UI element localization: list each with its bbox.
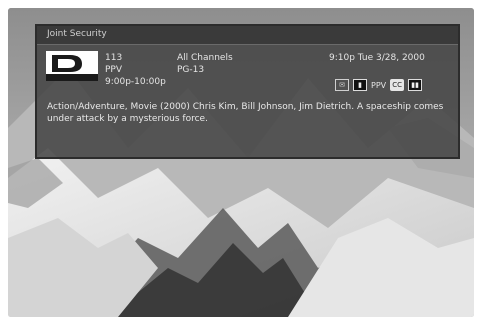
program-rating: PG-13 (177, 65, 205, 75)
banner-title-strip: Joint Security (37, 26, 458, 45)
program-info-banner: Joint Security 113 PPV 9:00p-10:00p All … (35, 24, 460, 159)
lock-icon: ▮ (353, 79, 367, 91)
channel-number: 113 (105, 53, 123, 63)
program-title: Joint Security (47, 29, 107, 39)
ppv-icon: PPV (371, 80, 387, 90)
directv-logo (46, 51, 98, 81)
channel-category: All Channels (177, 53, 233, 63)
program-description: Action/Adventure, Movie (2000) Chris Kim… (47, 102, 444, 124)
tv-screen: Joint Security 113 PPV 9:00p-10:00p All … (8, 8, 474, 317)
cc-icon: CC (390, 79, 405, 91)
mail-icon: ✉ (335, 79, 349, 91)
current-datetime: 9:10p Tue 3/28, 2000 (329, 53, 425, 63)
channel-type: PPV (105, 65, 123, 75)
program-attribute-icons: ✉ ▮ PPV CC ▮▮ (335, 78, 423, 92)
dual-screen-icon: ▮▮ (408, 79, 423, 91)
program-time-range: 9:00p-10:00p (105, 77, 166, 87)
